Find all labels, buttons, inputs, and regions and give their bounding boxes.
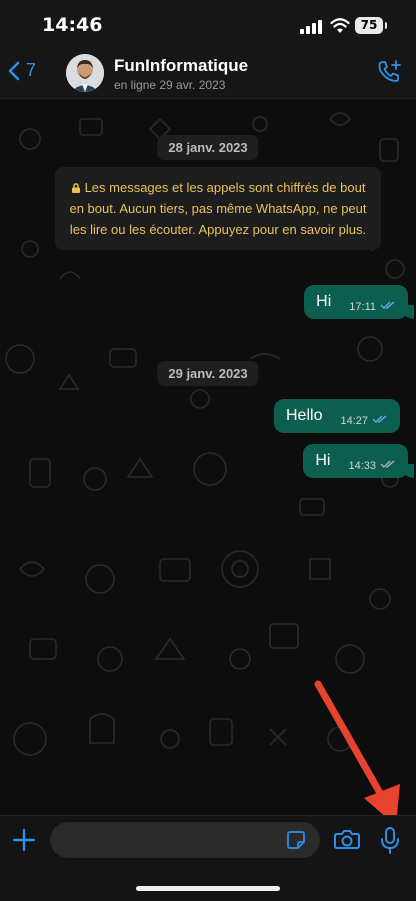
message-text: Hi (315, 452, 331, 469)
encryption-notice[interactable]: Les messages et les appels sont chiffrés… (55, 167, 381, 250)
double-check-icon (380, 301, 395, 310)
message-bubble[interactable]: Hi 17:11 (304, 285, 414, 319)
message-text: Hello (286, 407, 323, 424)
sticker-icon[interactable] (286, 830, 306, 850)
unread-count: 7 (26, 60, 37, 80)
message-input[interactable] (50, 822, 320, 858)
status-bar: 14:46 75 (0, 0, 416, 48)
cellular-signal-icon (300, 20, 322, 34)
microphone-icon[interactable] (380, 826, 400, 854)
date-separator: 28 janv. 2023 (157, 135, 259, 160)
message-time: 14:33 (348, 460, 376, 472)
plus-icon[interactable] (12, 828, 36, 852)
message-time: 17:11 (349, 301, 376, 313)
message-text: Hi (316, 293, 332, 310)
chevron-left-icon (8, 61, 20, 80)
back-button[interactable]: 7 (8, 60, 36, 81)
clock: 14:46 (42, 14, 103, 36)
message-time: 14:27 (340, 415, 368, 427)
lock-icon (71, 183, 80, 193)
camera-icon[interactable] (334, 828, 360, 850)
home-indicator[interactable] (136, 886, 280, 891)
add-call-icon[interactable] (376, 59, 402, 85)
message-composer (0, 815, 416, 901)
contact-photo-icon (66, 54, 104, 92)
contact-name[interactable]: FunInformatique (114, 56, 248, 76)
double-check-icon (372, 415, 387, 424)
annotation-arrow-icon (314, 680, 400, 826)
battery-indicator: 75 (355, 17, 387, 34)
contact-status: en ligne 29 avr. 2023 (114, 78, 226, 92)
chat-header: 7 FunInformatique en ligne 29 avr. 2023 (0, 48, 416, 99)
double-check-icon (380, 460, 395, 469)
date-separator: 29 janv. 2023 (157, 361, 259, 386)
message-bubble[interactable]: Hello 14:27 (274, 399, 400, 433)
wifi-icon (330, 18, 350, 33)
avatar[interactable] (66, 54, 104, 92)
encryption-notice-text: Les messages et les appels sont chiffrés… (69, 180, 367, 237)
message-bubble[interactable]: Hi 14:33 (303, 444, 414, 478)
